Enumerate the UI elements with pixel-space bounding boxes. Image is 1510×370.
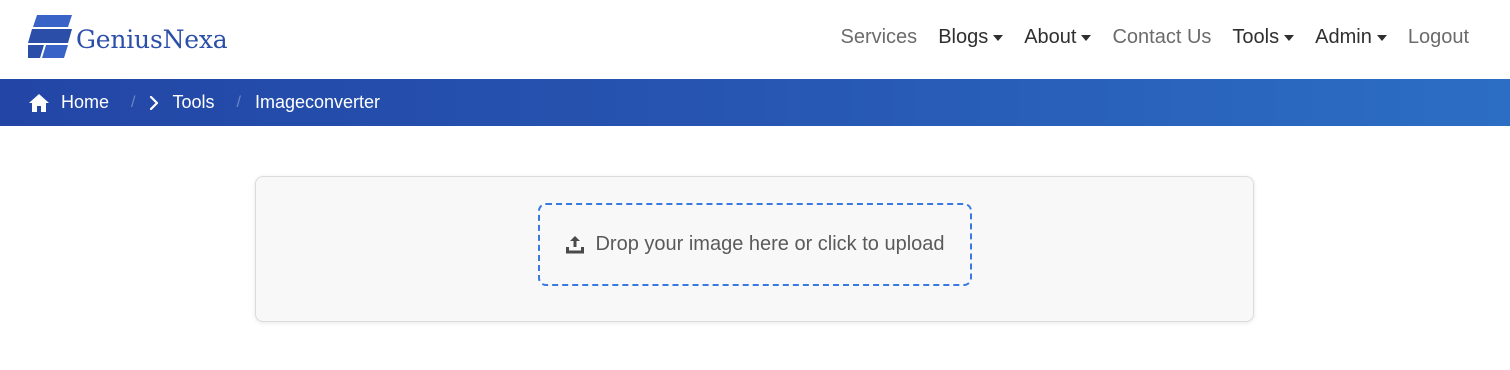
upload-icon (566, 235, 585, 253)
nav-logout-label: Logout (1407, 25, 1469, 48)
nav-contact-label: Contact Us (1112, 25, 1212, 48)
breadcrumb-home[interactable]: Home (29, 92, 109, 113)
image-dropzone[interactable]: Drop your image here or click to upload (538, 203, 972, 286)
caret-down-icon (1081, 35, 1092, 41)
breadcrumb-separator: / (131, 93, 136, 111)
breadcrumb-bar: Home / Tools / Imageconverter (0, 79, 1510, 126)
brand-link[interactable]: GeniusNexa (28, 14, 228, 60)
breadcrumb: Home / Tools / Imageconverter (29, 79, 380, 126)
nav-blogs-dropdown[interactable]: Blogs (938, 25, 1004, 49)
caret-down-icon (1376, 35, 1387, 41)
nav-services-label: Services (840, 25, 918, 48)
caret-down-icon (1284, 35, 1295, 41)
main-nav: Services Blogs About Contact Us Tools Ad… (819, 24, 1469, 50)
nav-blogs-label: Blogs (938, 25, 989, 48)
nav-tools-label: Tools (1232, 25, 1280, 48)
caret-down-icon (993, 35, 1004, 41)
nav-admin-label: Admin (1315, 25, 1372, 48)
nav-about-label: About (1024, 25, 1077, 48)
nav-about-dropdown[interactable]: About (1024, 25, 1092, 49)
breadcrumb-current: Imageconverter (254, 92, 381, 112)
breadcrumb-tools[interactable]: Tools (149, 92, 215, 113)
brand-name: GeniusNexa (76, 24, 228, 54)
chevron-right-icon (150, 95, 159, 110)
nav-logout[interactable]: Logout (1408, 26, 1469, 49)
breadcrumb-home-label: Home (61, 92, 110, 112)
breadcrumb-separator: / (236, 93, 241, 111)
home-icon (29, 93, 49, 112)
nav-admin-dropdown[interactable]: Admin (1315, 26, 1387, 49)
top-navbar: GeniusNexa Services Blogs About Contact … (0, 0, 1510, 79)
dropzone-label: Drop your image here or click to upload (595, 233, 945, 255)
nav-services[interactable]: Services (840, 26, 917, 49)
nav-tools-dropdown[interactable]: Tools (1232, 25, 1295, 49)
nav-contact-us[interactable]: Contact Us (1112, 26, 1211, 49)
breadcrumb-tools-label: Tools (172, 92, 215, 112)
upload-card: Drop your image here or click to upload (255, 176, 1254, 322)
brand-logo-icon (28, 15, 72, 58)
